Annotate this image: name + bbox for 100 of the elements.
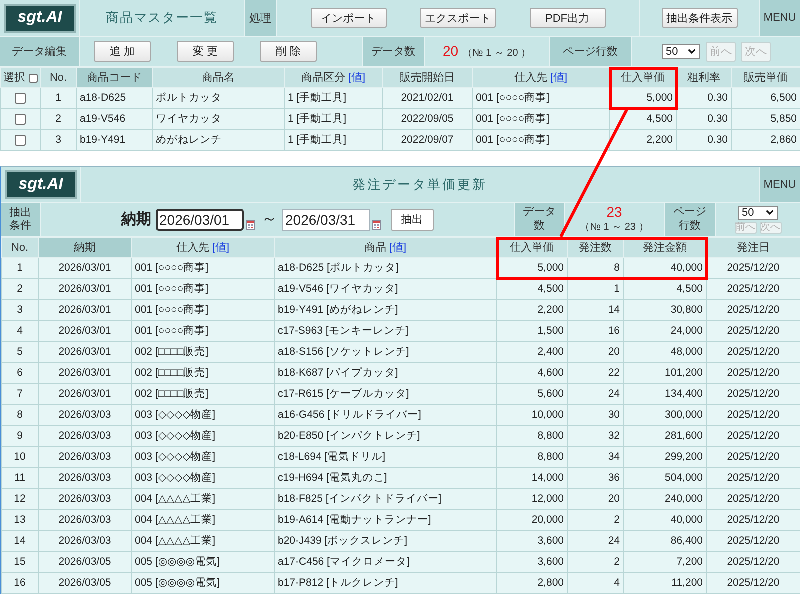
table-cell: 12,000 xyxy=(496,488,568,510)
date-field[interactable]: 2026/03/01 xyxy=(156,208,244,230)
table-cell: 002 [□□□□販売] xyxy=(132,342,274,362)
count-label: データ数 xyxy=(515,203,565,236)
table-cell: 2,200 xyxy=(496,300,568,320)
table-cell: 20 xyxy=(568,342,624,362)
page-size-select[interactable]: 50 xyxy=(738,206,778,220)
column-header: 納期 xyxy=(38,238,132,258)
table-cell: 0.30 xyxy=(676,130,732,150)
table-cell: 3 xyxy=(2,300,38,320)
table-cell: 299,200 xyxy=(624,446,706,468)
caret-icon xyxy=(766,210,774,215)
value-link[interactable]: [値] xyxy=(212,242,230,254)
table-cell: 240,000 xyxy=(624,488,706,510)
table-cell: a18-D625 xyxy=(76,88,152,108)
table-cell: b19-A614 [電動ナットランナー] xyxy=(274,510,496,530)
record-count: 20 xyxy=(442,43,459,59)
value-link[interactable]: [値] xyxy=(389,242,407,254)
table-cell: 2025/12/20 xyxy=(706,530,800,552)
table-cell: 14,000 xyxy=(496,468,568,488)
filter-toggle-button[interactable]: 抽出条件表示 xyxy=(662,8,738,28)
extract-button[interactable]: 抽出 xyxy=(390,208,434,230)
value-link[interactable]: [値] xyxy=(550,72,568,84)
date-label: 納期 xyxy=(122,210,152,229)
row-checkbox[interactable] xyxy=(15,134,26,146)
table-cell: 2022/09/05 xyxy=(382,108,472,130)
table-cell: 002 [□□□□販売] xyxy=(132,384,274,404)
table-cell: 3,600 xyxy=(496,552,568,572)
toolbar-button[interactable]: インポート xyxy=(310,8,386,28)
table-cell: 2025/12/20 xyxy=(706,552,800,572)
table-cell: b18-F825 [インパクトドライバー] xyxy=(274,488,496,510)
calendar-icon[interactable] xyxy=(372,220,380,230)
caret-icon xyxy=(688,49,696,54)
table-cell: めがねレンチ xyxy=(152,130,284,150)
menu-button[interactable]: MENU xyxy=(760,167,800,202)
table-cell: 2026/03/01 xyxy=(38,258,132,278)
table-cell: c17-S963 [モンキーレンチ] xyxy=(274,320,496,342)
table-cell: a19-V546 xyxy=(76,108,152,130)
table-cell: 7 xyxy=(2,384,38,404)
table-cell: b19-Y491 xyxy=(76,130,152,150)
table-cell: a19-V546 [ワイヤカッタ] xyxy=(274,278,496,300)
table-cell: 2026/03/01 xyxy=(38,384,132,404)
table-cell: 2026/03/05 xyxy=(38,572,132,594)
table-cell: c17-R615 [ケーブルカッタ] xyxy=(274,384,496,404)
table-cell: 2026/03/03 xyxy=(38,530,132,552)
table-cell: a18-S156 [ソケットレンチ] xyxy=(274,342,496,362)
table-cell: 86,400 xyxy=(624,530,706,552)
table-cell: 6 xyxy=(2,362,38,384)
edit-button[interactable]: 変 更 xyxy=(177,41,234,62)
edit-label: データ編集 xyxy=(0,37,80,66)
table-cell: 281,600 xyxy=(624,426,706,446)
value-link[interactable]: [値] xyxy=(348,72,366,84)
table-cell: 004 [△△△△工業] xyxy=(132,510,274,530)
table-cell: 2 xyxy=(2,278,38,300)
table-cell: 4 xyxy=(2,320,38,342)
page-rows-label: ページ行数 xyxy=(550,37,632,66)
table-cell: 001 [○○○○商事] xyxy=(132,300,274,320)
table-cell: 32 xyxy=(568,426,624,446)
table-cell: 001 [○○○○商事] xyxy=(132,278,274,300)
table-cell: 4,600 xyxy=(496,362,568,384)
table-cell: 3,600 xyxy=(496,530,568,552)
table-cell: b18-K687 [パイプカッタ] xyxy=(274,362,496,384)
select-all-checkbox[interactable] xyxy=(28,74,38,83)
table-cell: 10,000 xyxy=(496,404,568,426)
row-checkbox[interactable] xyxy=(15,114,26,125)
table-cell: 9 xyxy=(2,426,38,446)
date-field[interactable]: 2026/03/31 xyxy=(282,208,370,230)
edit-button[interactable]: 追 加 xyxy=(94,41,151,62)
menu-button[interactable]: MENU xyxy=(760,0,800,36)
table-cell: 24 xyxy=(568,384,624,404)
table-cell: 20,000 xyxy=(496,510,568,530)
column-label: 選択 xyxy=(4,72,26,84)
count-label: データ数 xyxy=(363,37,425,66)
table-cell: 003 [◇◇◇◇物産] xyxy=(132,468,274,488)
page-title: 発注データ単価更新 xyxy=(352,176,488,194)
table-cell: 2025/12/20 xyxy=(706,342,800,362)
table-cell: 14 xyxy=(2,530,38,552)
table-cell: 2025/12/20 xyxy=(706,488,800,510)
table-cell: 2,200 xyxy=(610,130,676,150)
toolbar-button[interactable]: エクスポート xyxy=(420,8,496,28)
table-cell: 2026/03/01 xyxy=(38,278,132,300)
table-cell: 2026/03/05 xyxy=(38,552,132,572)
record-count: 23 xyxy=(606,205,622,220)
calendar-icon[interactable] xyxy=(246,220,254,230)
table-cell: 2,860 xyxy=(732,130,800,150)
table-cell: 5 xyxy=(2,342,38,362)
table-cell: 20 xyxy=(568,488,624,510)
row-checkbox[interactable] xyxy=(15,92,26,104)
table-cell: 2021/02/01 xyxy=(382,88,472,108)
table-cell: 24,000 xyxy=(624,320,706,342)
edit-button[interactable]: 削 除 xyxy=(260,41,317,62)
table-cell: 004 [△△△△工業] xyxy=(132,488,274,510)
column-label: 仕入先 xyxy=(514,72,548,84)
page-size-select[interactable]: 50 xyxy=(662,44,700,59)
app-logo: sgt.AI xyxy=(4,4,76,32)
table-cell: 1,500 xyxy=(496,320,568,342)
table-cell: 2,800 xyxy=(496,572,568,594)
toolbar-button[interactable]: PDF出力 xyxy=(530,8,606,28)
table-cell: 1 xyxy=(2,258,38,278)
table-cell: 16 xyxy=(2,572,38,594)
